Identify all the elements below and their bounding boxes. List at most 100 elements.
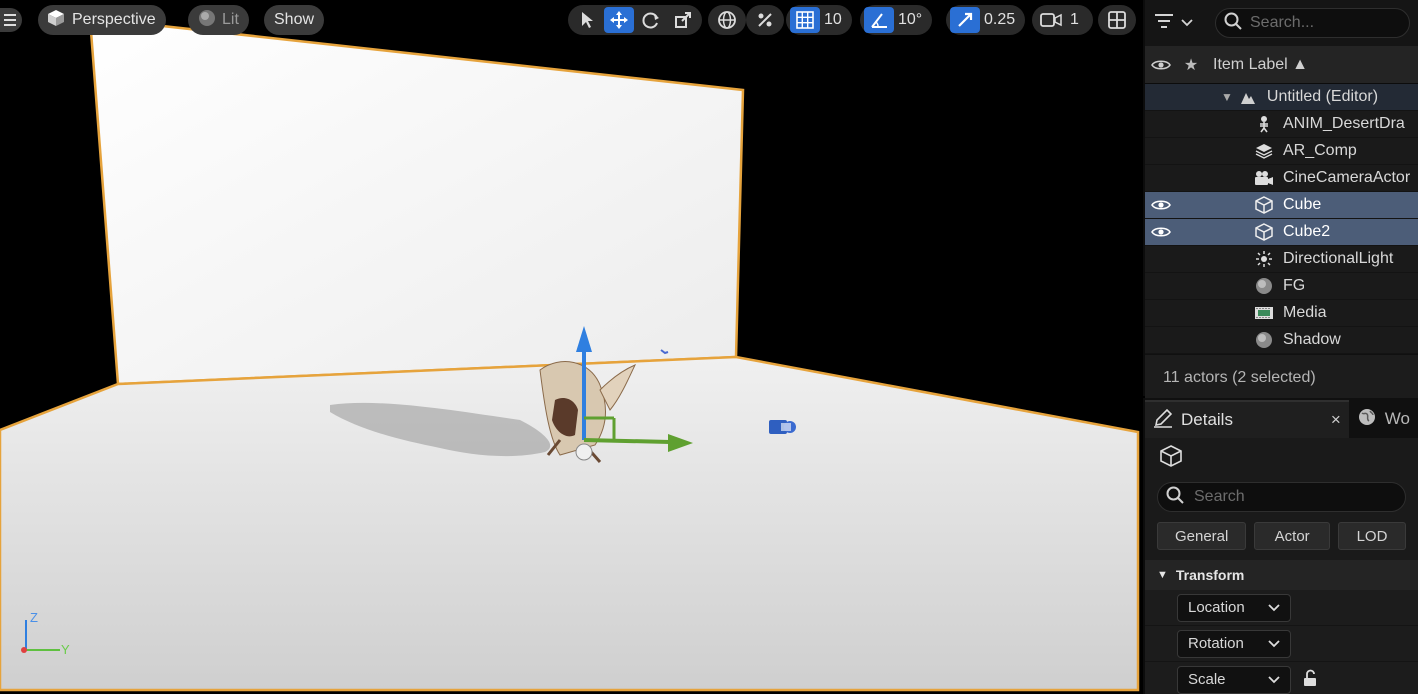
chevron-down-icon <box>1268 635 1280 652</box>
scene-camera-icon <box>769 420 796 434</box>
show-button[interactable]: Show <box>264 5 325 35</box>
skeleton-icon <box>1253 115 1275 133</box>
transform-mode-group <box>568 5 702 35</box>
visibility-eye-icon[interactable] <box>1145 198 1177 212</box>
rotation-snap-value[interactable]: 10° <box>896 11 928 29</box>
backdrop-wall <box>88 16 745 386</box>
visibility-column-eye-icon[interactable] <box>1145 58 1177 72</box>
filter-actor-button[interactable]: Actor <box>1254 522 1331 550</box>
cube-icon <box>46 8 66 33</box>
cube-outline-icon <box>1253 196 1275 214</box>
list-item-label: DirectionalLight <box>1283 250 1394 267</box>
expand-triangle-icon: ▼ <box>1157 569 1168 581</box>
rotation-snap-group: 10° <box>860 5 933 35</box>
show-label: Show <box>274 11 315 28</box>
chevron-down-icon <box>1268 671 1280 688</box>
details-filter-bar: General Actor LOD <box>1145 512 1418 550</box>
globe-icon <box>1357 407 1377 432</box>
list-item[interactable]: CineCameraActor <box>1145 165 1418 192</box>
list-item-label: Shadow <box>1283 331 1341 348</box>
outliner-header: ★ Item Label ▲ <box>1145 46 1418 84</box>
list-item-selected[interactable]: Cube2 <box>1145 219 1418 246</box>
scale-label: Scale <box>1188 671 1226 688</box>
grid-snap-value[interactable]: 10 <box>822 11 848 29</box>
perspective-button[interactable]: Perspective <box>38 5 166 35</box>
angle-icon[interactable] <box>864 7 894 33</box>
scale-dropdown[interactable]: Scale <box>1177 665 1291 694</box>
cube-outline-icon <box>1253 223 1275 241</box>
scale-snap-value[interactable]: 0.25 <box>982 11 1021 29</box>
transform-section-label: Transform <box>1175 567 1245 583</box>
lit-label: Lit <box>222 11 239 28</box>
list-item[interactable]: FG <box>1145 273 1418 300</box>
list-item-label: Untitled (Editor) <box>1266 88 1379 105</box>
transform-section-header[interactable]: ▼ Transform <box>1145 560 1418 590</box>
cube-outline-icon <box>1159 445 1183 471</box>
rotation-label: Rotation <box>1188 635 1244 652</box>
coord-space-group <box>708 5 746 35</box>
list-item-label: FG <box>1283 277 1306 294</box>
scale-row: Scale <box>1145 662 1418 694</box>
list-item-label: ANIM_DesertDra <box>1283 115 1405 132</box>
list-item[interactable]: DirectionalLight <box>1145 246 1418 273</box>
item-label-column-header[interactable]: Item Label ▲ <box>1213 56 1308 74</box>
close-icon[interactable]: × <box>1331 410 1341 430</box>
move-icon[interactable] <box>604 7 634 33</box>
camera-speed-value: 1 <box>1070 11 1079 28</box>
sphere-icon <box>1253 331 1275 349</box>
pinned-column-star-icon[interactable]: ★ <box>1177 55 1205 75</box>
details-search-input[interactable]: Search <box>1157 482 1406 512</box>
list-item[interactable]: Media <box>1145 300 1418 327</box>
outliner-search-placeholder: Search... <box>1250 14 1315 31</box>
rotation-dropdown[interactable]: Rotation <box>1177 629 1291 658</box>
grid-icon[interactable] <box>790 7 820 33</box>
pencil-icon <box>1153 408 1173 433</box>
list-item-world[interactable]: ▼ Untitled (Editor) <box>1145 84 1418 111</box>
list-item-label: Media <box>1283 304 1327 321</box>
list-item[interactable]: AR_Comp <box>1145 138 1418 165</box>
list-item[interactable]: ANIM_DesertDra <box>1145 111 1418 138</box>
location-row: Location <box>1145 590 1418 626</box>
outliner-filter-button[interactable] <box>1153 8 1205 38</box>
level-viewport[interactable]: Z Y Perspective Lit Show 10 10° 0.25 1 <box>0 0 1140 694</box>
list-item-selected[interactable]: Cube <box>1145 192 1418 219</box>
selected-actor-icon-row <box>1145 438 1418 478</box>
tab-world-settings[interactable]: Wo <box>1349 400 1418 438</box>
camera-speed-group[interactable]: 1 <box>1032 5 1093 35</box>
chevron-down-icon <box>1268 599 1280 616</box>
scene-view[interactable] <box>0 0 1140 694</box>
list-item[interactable]: Shadow <box>1145 327 1418 354</box>
surface-snap-icon[interactable] <box>750 7 780 33</box>
world-level-icon <box>1237 89 1259 105</box>
tab-details[interactable]: Details × <box>1145 400 1349 438</box>
tab-world-settings-label: Wo <box>1384 409 1410 428</box>
tab-details-label: Details <box>1181 410 1233 429</box>
list-item-label: CineCameraActor <box>1283 169 1411 186</box>
filter-lod-button[interactable]: LOD <box>1338 522 1406 550</box>
filter-general-button[interactable]: General <box>1157 522 1247 550</box>
scale-icon[interactable] <box>668 7 698 33</box>
film-icon <box>1253 306 1275 320</box>
unlock-icon[interactable] <box>1301 669 1319 691</box>
visibility-eye-icon[interactable] <box>1145 225 1177 239</box>
select-arrow-icon[interactable] <box>572 7 602 33</box>
search-icon <box>1224 12 1242 35</box>
layout-icon[interactable] <box>1102 7 1132 33</box>
layers-icon <box>1253 143 1275 159</box>
location-dropdown[interactable]: Location <box>1177 593 1291 622</box>
lit-button[interactable]: Lit <box>188 5 249 35</box>
axis-label-y: Y <box>61 642 70 657</box>
scale-snap-group: 0.25 <box>946 5 1026 35</box>
outliner-actor-count: 11 actors (2 selected) <box>1145 354 1418 400</box>
list-item-label: Cube <box>1283 196 1322 213</box>
rotate-icon[interactable] <box>636 7 666 33</box>
grid-snap-group: 10 <box>786 5 852 35</box>
scale-snap-icon[interactable] <box>950 7 980 33</box>
location-label: Location <box>1188 599 1245 616</box>
chevron-down-icon <box>1181 15 1193 32</box>
expand-triangle-icon[interactable]: ▼ <box>1221 90 1233 104</box>
layout-group <box>1098 5 1136 35</box>
world-icon[interactable] <box>712 7 742 33</box>
sphere-icon <box>198 9 216 32</box>
outliner-search-input[interactable]: Search... <box>1215 8 1410 38</box>
